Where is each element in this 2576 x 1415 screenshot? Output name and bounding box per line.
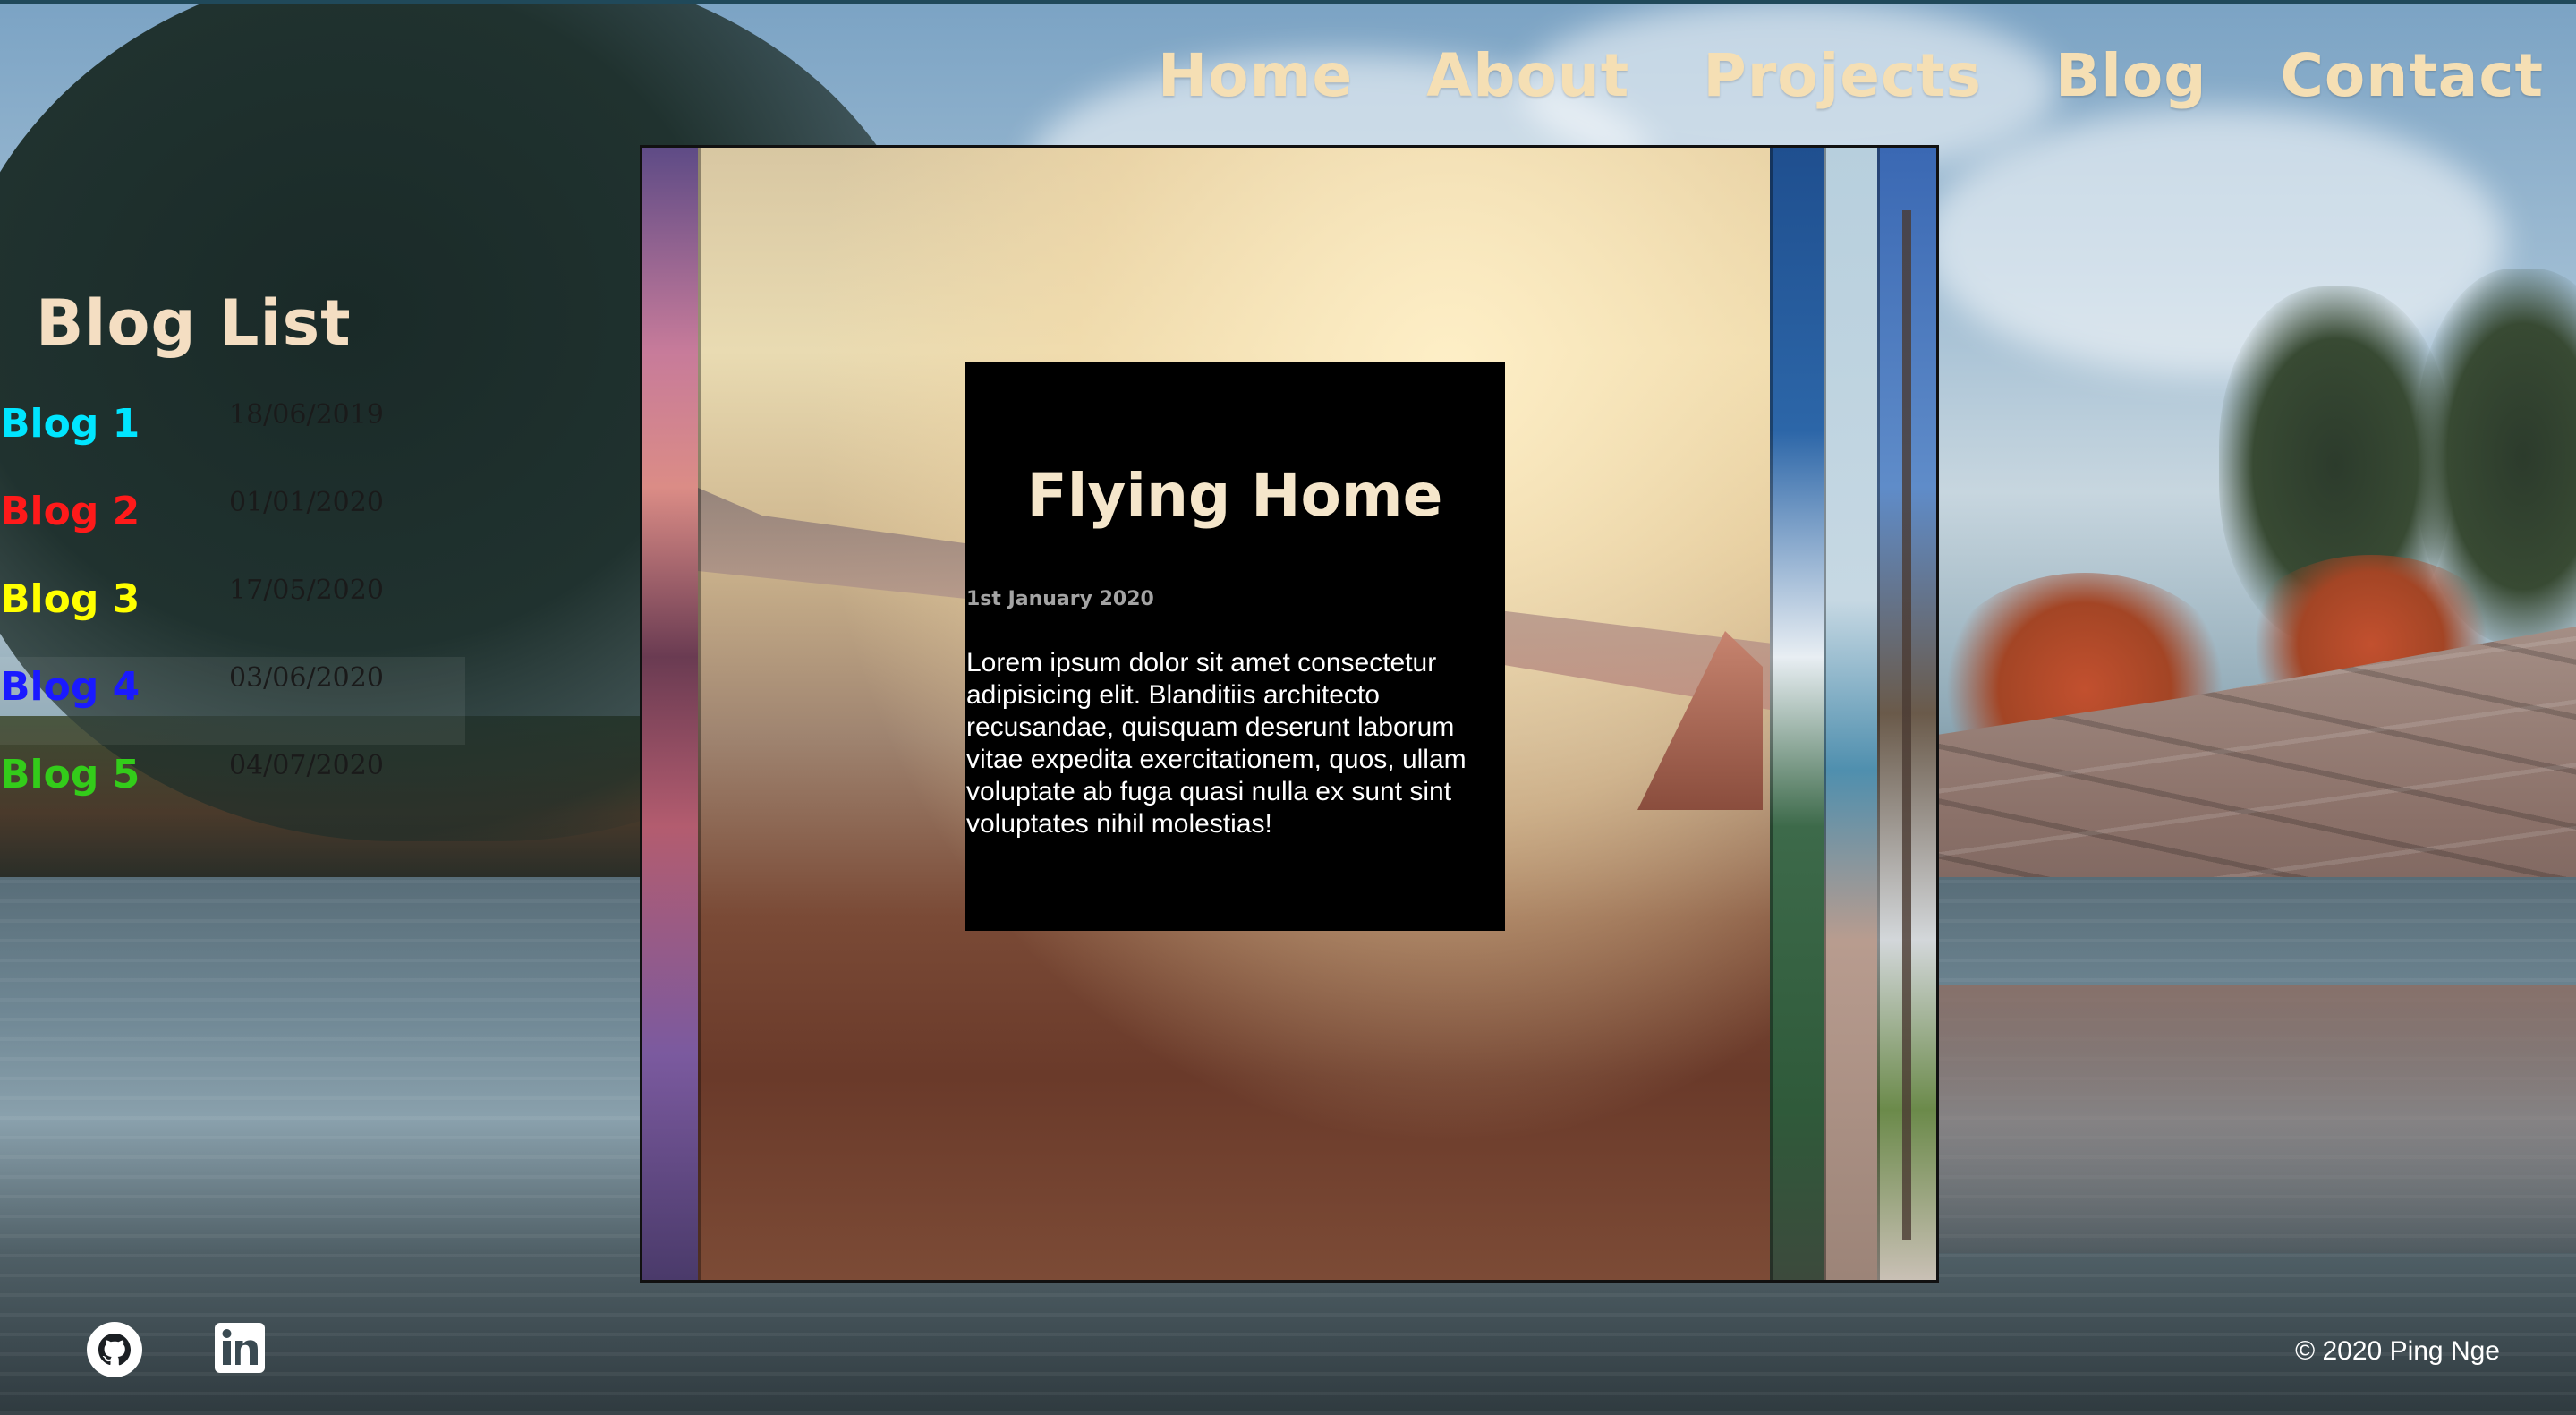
blog-link-4[interactable]: Blog 4 [0,664,140,710]
nav-link-home[interactable]: Home [1158,41,1353,110]
nav-item-home: Home [1158,41,1353,110]
nav-item-blog: Blog [2055,41,2207,110]
slide-divider [698,148,701,1280]
blog-date: 18/06/2019 [229,399,384,430]
wall-reflection [1924,985,2576,1253]
nav-link-projects[interactable]: Projects [1703,41,1982,110]
github-link[interactable] [86,1321,143,1378]
nav-item-contact: Contact [2280,41,2544,110]
blog-list-item: Blog 1 18/06/2019 [0,394,465,482]
blog-list: Blog 1 18/06/2019 Blog 2 01/01/2020 Blog… [0,394,465,832]
blog-date: 03/06/2020 [229,662,384,694]
top-border [0,0,2576,4]
blog-link-3[interactable]: Blog 3 [0,576,140,622]
nav-link-about[interactable]: About [1426,41,1629,110]
github-icon [87,1322,142,1377]
eiffel-tower-image [1892,210,1921,1240]
post-date: 1st January 2020 [966,588,1154,610]
nav-item-projects: Projects [1703,41,1982,110]
nav-link-contact[interactable]: Contact [2280,41,2544,110]
copyright-text: © 2020 Ping Nge [2295,1336,2500,1366]
blog-link-2[interactable]: Blog 2 [0,489,140,534]
post-title: Flying Home [1026,461,1443,530]
nav-link-blog[interactable]: Blog [2055,41,2207,110]
carousel-slide-next-2[interactable] [1824,148,1877,1280]
blog-list-title: Blog List [36,286,352,360]
linkedin-link[interactable] [213,1321,267,1375]
blog-date: 01/01/2020 [229,487,384,518]
blog-list-item: Blog 3 17/05/2020 [0,569,465,657]
slide-divider [1824,148,1826,1280]
slide-divider [1877,148,1880,1280]
linkedin-icon [215,1323,265,1373]
blog-link-5[interactable]: Blog 5 [0,752,140,797]
carousel-slide-next-1[interactable] [1770,148,1824,1280]
blog-list-item: Blog 4 03/06/2020 [0,657,465,745]
blog-date: 17/05/2020 [229,575,384,606]
nav-item-about: About [1426,41,1629,110]
main-nav: Home About Projects Blog Contact [1158,41,2544,110]
blog-list-item: Blog 5 04/07/2020 [0,745,465,832]
post-card: Flying Home 1st January 2020 Lorem ipsum… [965,362,1505,931]
blog-list-item: Blog 2 01/01/2020 [0,482,465,569]
slide-divider [1770,148,1773,1280]
blog-date: 04/07/2020 [229,750,384,781]
blog-link-1[interactable]: Blog 1 [0,401,140,447]
post-body: Lorem ipsum dolor sit amet consectetur a… [966,648,1467,839]
carousel-slide-previous[interactable] [642,148,698,1280]
